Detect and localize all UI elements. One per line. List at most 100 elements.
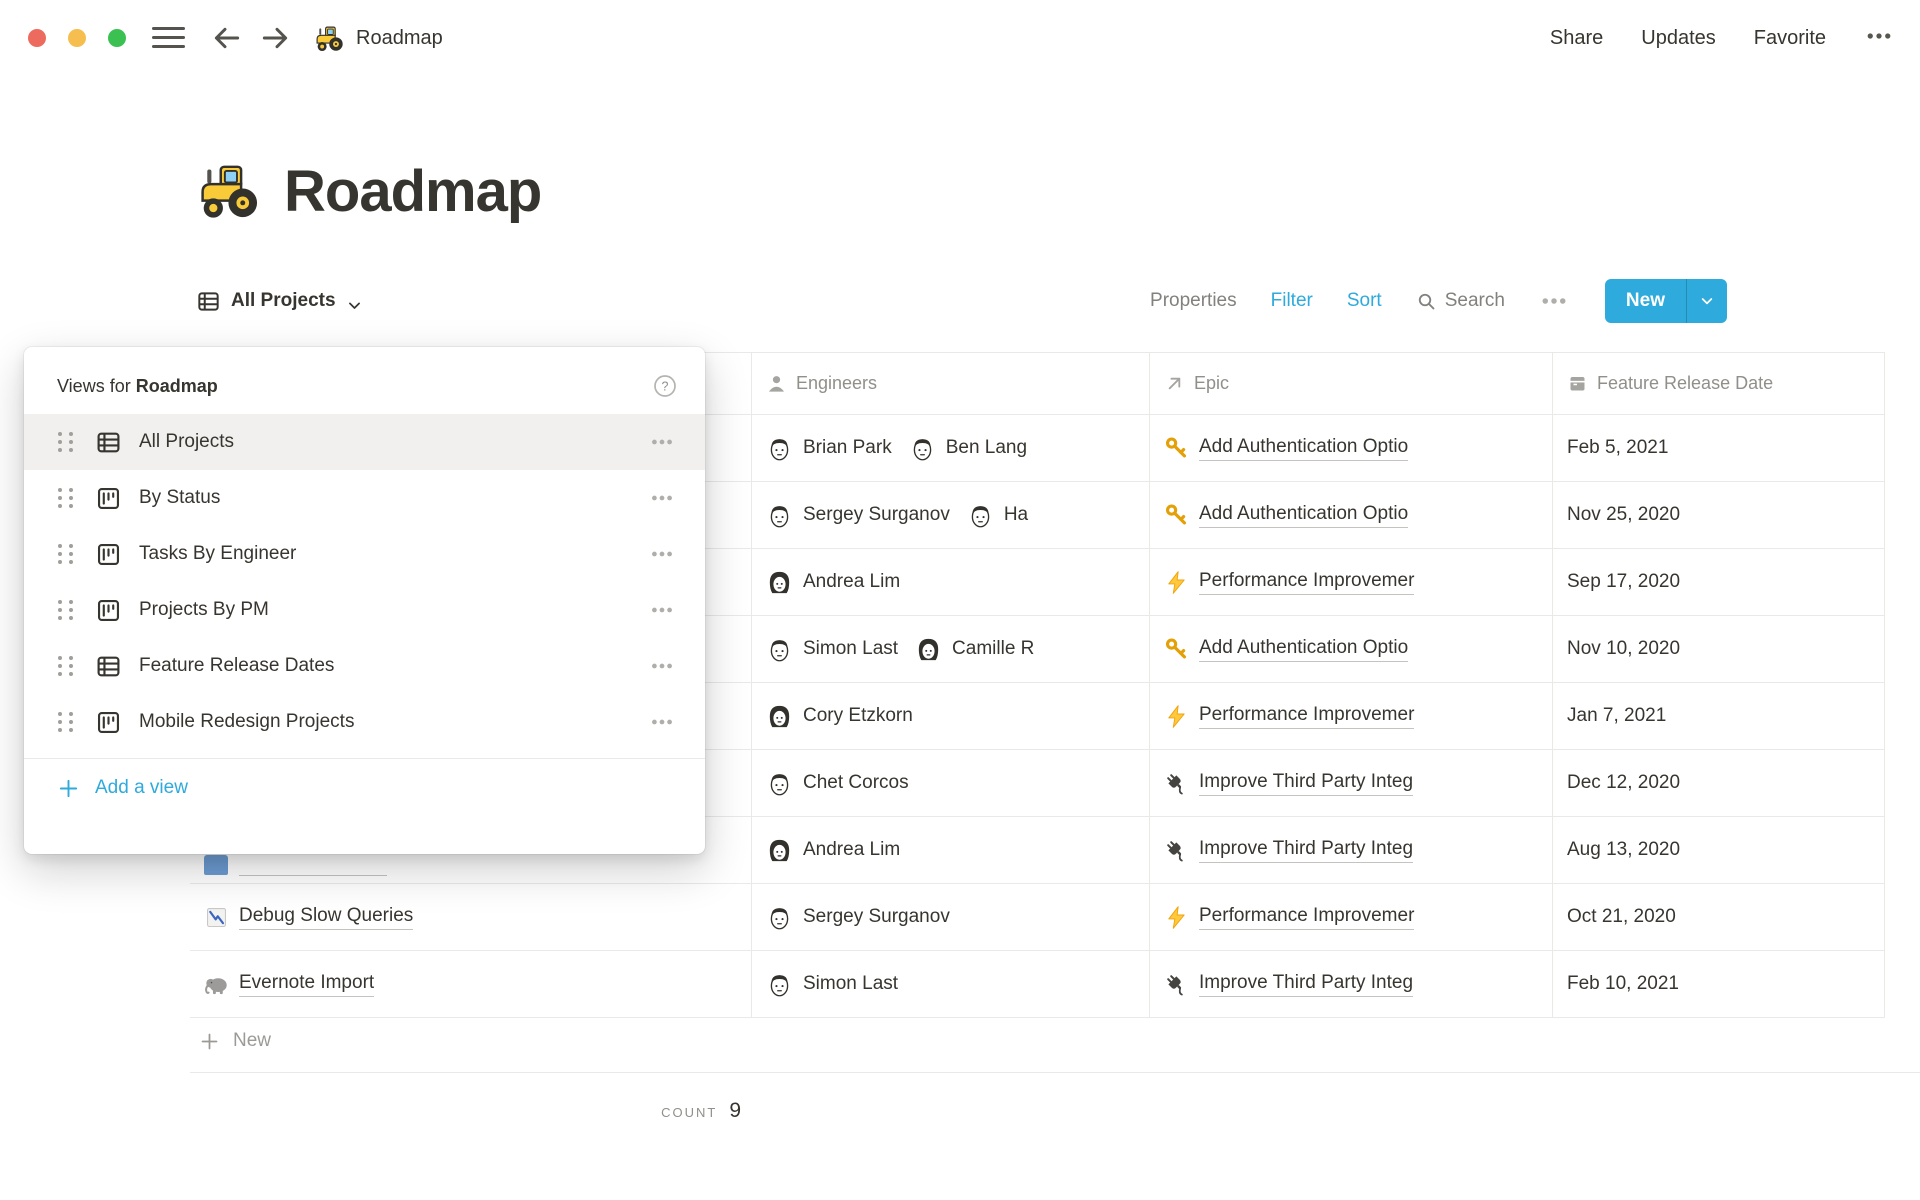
date-cell[interactable]: Sep 17, 2020 xyxy=(1552,549,1885,615)
epic-cell[interactable]: Add Authentication Optio xyxy=(1149,482,1552,548)
engineers-cell[interactable]: Andrea Lim xyxy=(751,549,1149,615)
view-options-icon[interactable] xyxy=(1539,286,1569,316)
favorite-button[interactable]: Favorite xyxy=(1754,27,1826,50)
search-button[interactable]: Search xyxy=(1416,290,1505,312)
view-item-menu-icon[interactable] xyxy=(649,429,675,455)
release-date: Dec 12, 2020 xyxy=(1567,772,1680,794)
share-button[interactable]: Share xyxy=(1550,27,1603,50)
epic-link[interactable]: Improve Third Party Integ xyxy=(1199,771,1413,796)
dots-gray-icon xyxy=(649,653,675,679)
date-cell[interactable]: Nov 10, 2020 xyxy=(1552,616,1885,682)
epic-cell[interactable]: Add Authentication Optio xyxy=(1149,616,1552,682)
drag-handle-icon[interactable] xyxy=(54,656,76,676)
date-cell[interactable]: Feb 10, 2021 xyxy=(1552,951,1885,1017)
epic-link[interactable]: Performance Improvemer xyxy=(1199,905,1414,930)
date-cell[interactable]: Dec 12, 2020 xyxy=(1552,750,1885,816)
date-cell[interactable]: Oct 21, 2020 xyxy=(1552,884,1885,950)
epic-link[interactable]: Performance Improvemer xyxy=(1199,704,1414,729)
sort-button[interactable]: Sort xyxy=(1347,290,1382,312)
back-button[interactable] xyxy=(211,22,243,54)
avatar-man-icon xyxy=(766,502,793,529)
engineers-cell[interactable]: Simon Last xyxy=(751,951,1149,1017)
date-cell[interactable]: Jan 7, 2021 xyxy=(1552,683,1885,749)
view-item-feature-release-dates[interactable]: Feature Release Dates xyxy=(24,638,705,694)
page-title[interactable]: Roadmap xyxy=(284,158,541,225)
epic-link[interactable]: Add Authentication Optio xyxy=(1199,637,1408,662)
breadcrumb[interactable]: Roadmap xyxy=(314,20,443,56)
page-emoji-tractor-icon[interactable] xyxy=(196,158,262,224)
view-item-projects-by-pm[interactable]: Projects By PM xyxy=(24,582,705,638)
engineer-name: Simon Last xyxy=(803,638,898,660)
count-value: 9 xyxy=(729,1099,741,1123)
view-item-by-status[interactable]: By Status xyxy=(24,470,705,526)
minimize-window-button[interactable] xyxy=(68,29,86,47)
project-cell[interactable]: Debug Slow Queries xyxy=(190,884,751,950)
notion-window: Roadmap Share Updates Favorite Roadmap A… xyxy=(0,0,1920,1200)
epic-cell[interactable]: Improve Third Party Integ xyxy=(1149,951,1552,1017)
view-switcher[interactable]: All Projects xyxy=(196,289,363,314)
header-cell-epic[interactable]: Epic xyxy=(1149,353,1552,414)
filter-button[interactable]: Filter xyxy=(1271,290,1313,312)
new-row-button[interactable]: New xyxy=(190,1010,1920,1073)
drag-handle-icon[interactable] xyxy=(54,544,76,564)
engineers-cell[interactable]: Andrea Lim xyxy=(751,817,1149,883)
view-item-mobile-redesign-projects[interactable]: Mobile Redesign Projects xyxy=(24,694,705,750)
release-date: Oct 21, 2020 xyxy=(1567,906,1676,928)
engineers-cell[interactable]: Sergey Surganov xyxy=(751,884,1149,950)
new-button[interactable]: New xyxy=(1605,279,1727,323)
engineers-cell[interactable]: Cory Etzkorn xyxy=(751,683,1149,749)
header-cell-feature-release-date[interactable]: Feature Release Date xyxy=(1552,353,1885,414)
project-cell[interactable]: Evernote Import xyxy=(190,951,751,1017)
date-cell[interactable]: Nov 25, 2020 xyxy=(1552,482,1885,548)
new-button-label: New xyxy=(1605,279,1686,323)
epic-cell[interactable]: Performance Improvemer xyxy=(1149,549,1552,615)
add-view-button[interactable]: Add a view xyxy=(24,759,705,817)
more-menu-icon[interactable] xyxy=(1864,21,1894,56)
chevron-down-icon xyxy=(1699,293,1715,309)
epic-link[interactable]: Improve Third Party Integ xyxy=(1199,972,1413,997)
project-link[interactable]: Evernote Import xyxy=(239,972,374,997)
view-item-menu-icon[interactable] xyxy=(649,653,675,679)
view-item-tasks-by-engineer[interactable]: Tasks By Engineer xyxy=(24,526,705,582)
sidebar-menu-icon[interactable] xyxy=(152,27,185,48)
forward-button[interactable] xyxy=(259,22,291,54)
epic-link[interactable]: Performance Improvemer xyxy=(1199,570,1414,595)
view-item-menu-icon[interactable] xyxy=(649,541,675,567)
partially-hidden-project-link[interactable] xyxy=(239,851,387,876)
drag-handle-icon[interactable] xyxy=(54,712,76,732)
epic-cell[interactable]: Performance Improvemer xyxy=(1149,884,1552,950)
engineers-cell[interactable]: Sergey SurganovHa xyxy=(751,482,1149,548)
view-item-menu-icon[interactable] xyxy=(649,597,675,623)
help-icon: ? xyxy=(653,374,677,398)
board-icon xyxy=(95,485,122,512)
epic-cell[interactable]: Improve Third Party Integ xyxy=(1149,750,1552,816)
engineers-cell[interactable]: Simon LastCamille R xyxy=(751,616,1149,682)
view-item-menu-icon[interactable] xyxy=(649,709,675,735)
epic-cell[interactable]: Add Authentication Optio xyxy=(1149,415,1552,481)
page-title-block: Roadmap xyxy=(196,146,541,236)
updates-button[interactable]: Updates xyxy=(1641,27,1716,50)
project-link[interactable]: Debug Slow Queries xyxy=(239,905,413,930)
header-cell-engineers[interactable]: Engineers xyxy=(751,353,1149,414)
date-cell[interactable]: Feb 5, 2021 xyxy=(1552,415,1885,481)
new-button-caret[interactable] xyxy=(1687,279,1727,323)
epic-cell[interactable]: Performance Improvemer xyxy=(1149,683,1552,749)
epic-link[interactable]: Add Authentication Optio xyxy=(1199,436,1408,461)
view-item-all-projects[interactable]: All Projects xyxy=(24,414,705,470)
date-cell[interactable]: Aug 13, 2020 xyxy=(1552,817,1885,883)
zoom-window-button[interactable] xyxy=(108,29,126,47)
drag-handle-icon[interactable] xyxy=(54,488,76,508)
epic-cell[interactable]: Improve Third Party Integ xyxy=(1149,817,1552,883)
engineers-cell[interactable]: Brian ParkBen Lang xyxy=(751,415,1149,481)
drag-handle-icon[interactable] xyxy=(54,600,76,620)
help-icon[interactable]: ? xyxy=(653,374,677,398)
view-item-menu-icon[interactable] xyxy=(649,485,675,511)
properties-button[interactable]: Properties xyxy=(1150,290,1237,312)
epic-link[interactable]: Add Authentication Optio xyxy=(1199,503,1408,528)
close-window-button[interactable] xyxy=(28,29,46,47)
engineer-chip: Sergey Surganov xyxy=(766,502,950,529)
engineers-cell[interactable]: Chet Corcos xyxy=(751,750,1149,816)
plug-icon xyxy=(1164,972,1189,997)
epic-link[interactable]: Improve Third Party Integ xyxy=(1199,838,1413,863)
drag-handle-icon[interactable] xyxy=(54,432,76,452)
